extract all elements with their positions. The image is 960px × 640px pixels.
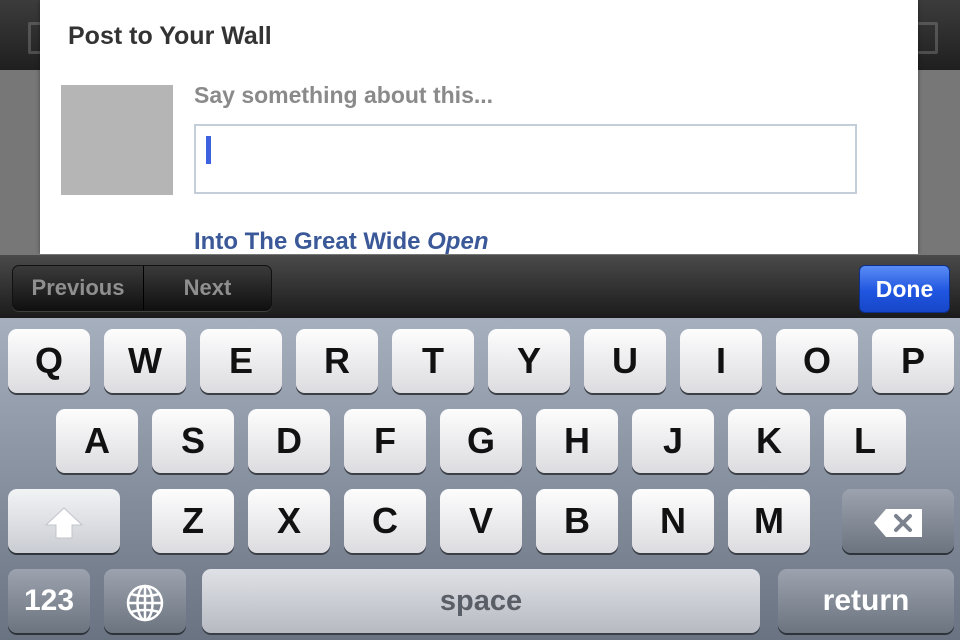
link-thumbnail [61,85,173,195]
key-w[interactable]: W [104,329,186,393]
key-e[interactable]: E [200,329,282,393]
key-d[interactable]: D [248,409,330,473]
key-q[interactable]: Q [8,329,90,393]
done-button[interactable]: Done [859,265,950,313]
text-cursor [206,136,211,164]
key-a[interactable]: A [56,409,138,473]
key-x[interactable]: X [248,489,330,553]
key-j[interactable]: J [632,409,714,473]
key-g[interactable]: G [440,409,522,473]
key-b[interactable]: B [536,489,618,553]
key-r[interactable]: R [296,329,378,393]
prev-next-segmented-control: Previous Next [12,265,272,311]
key-z[interactable]: Z [152,489,234,553]
next-button[interactable]: Next [144,266,271,310]
key-n[interactable]: N [632,489,714,553]
key-l[interactable]: L [824,409,906,473]
return-key[interactable]: return [778,569,954,633]
keyboard-accessory-bar: Previous Next Done [0,254,960,319]
previous-button[interactable]: Previous [13,266,144,310]
space-key[interactable]: space [202,569,760,633]
globe-key[interactable] [104,569,186,633]
shift-icon [44,507,84,539]
link-title-emphasis: Open [427,228,489,254]
shift-key[interactable] [8,489,120,553]
link-title[interactable]: Into The Great Wide Open [194,228,488,254]
key-m[interactable]: M [728,489,810,553]
key-k[interactable]: K [728,409,810,473]
post-dialog: Post to Your Wall Say something about th… [40,0,918,254]
key-p[interactable]: P [872,329,954,393]
globe-icon [126,585,164,622]
key-u[interactable]: U [584,329,666,393]
message-input[interactable] [194,124,857,194]
dialog-title: Post to Your Wall [68,22,272,50]
link-title-text: Into The Great Wide [194,228,421,254]
backspace-icon [874,509,922,538]
key-v[interactable]: V [440,489,522,553]
keyboard: Q W E R T Y U I O P A S D F G H J K L Z … [0,318,960,640]
key-t[interactable]: T [392,329,474,393]
message-prompt: Say something about this... [194,82,494,108]
key-h[interactable]: H [536,409,618,473]
key-i[interactable]: I [680,329,762,393]
key-c[interactable]: C [344,489,426,553]
backspace-key[interactable] [842,489,954,553]
key-y[interactable]: Y [488,329,570,393]
key-f[interactable]: F [344,409,426,473]
key-o[interactable]: O [776,329,858,393]
numbers-key[interactable]: 123 [8,569,90,633]
key-s[interactable]: S [152,409,234,473]
